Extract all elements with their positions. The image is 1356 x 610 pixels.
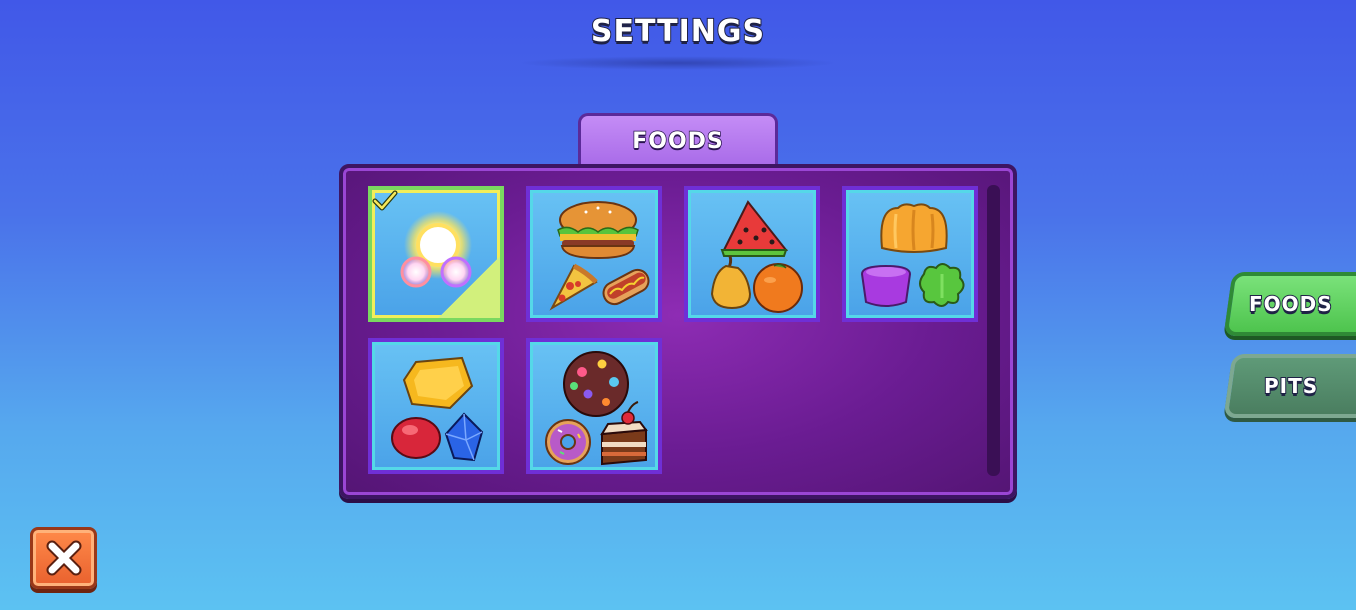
burger-pizza-hotdog-icon [549,201,650,311]
title-shadow [518,56,838,70]
selected-corner [438,256,500,318]
food-item-fruits[interactable] [684,186,820,322]
food-item-jelly[interactable] [842,186,978,322]
close-button[interactable] [30,527,97,589]
panel-tab-label: FOODS [631,128,724,155]
food-item-fast-food[interactable] [526,186,662,322]
food-item-sweets[interactable] [526,338,662,474]
page-title: SETTINGS [590,13,766,50]
side-tab-pits-label: PITS [1263,373,1319,399]
watermelon-pear-orange-icon [710,200,803,313]
panel-tab-foods: FOODS [578,113,778,167]
gems-icon [391,356,484,462]
food-item-gems[interactable] [368,338,504,474]
checkmark-icon [372,190,398,211]
side-tab-foods[interactable]: FOODS [1223,272,1356,336]
cookie-donut-cake-icon [545,351,648,466]
food-item-glow-orbs[interactable] [368,186,504,322]
close-x-icon [46,540,81,576]
jelly-pudding-icon [860,203,965,307]
side-tab-pits[interactable]: PITS [1223,354,1356,418]
side-tab-foods-label: FOODS [1248,291,1334,317]
panel-scrollbar[interactable] [987,185,1000,476]
